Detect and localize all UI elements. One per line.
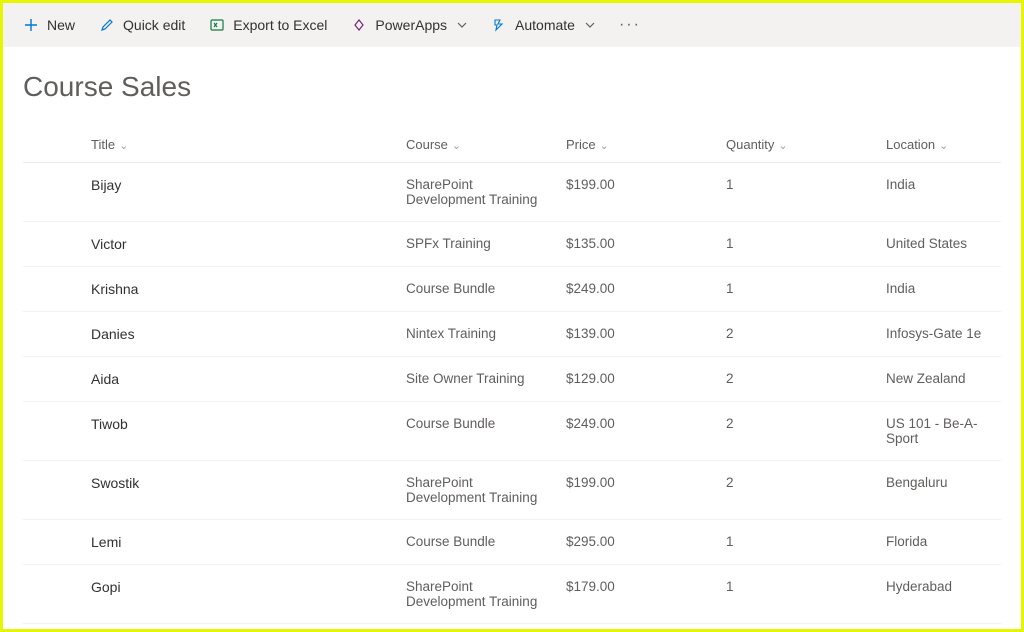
- cell-quantity: 1: [718, 267, 878, 312]
- cell-title: Danies: [83, 312, 398, 357]
- powerapps-label: PowerApps: [375, 17, 447, 33]
- automate-label: Automate: [515, 17, 575, 33]
- table-row[interactable]: SwostikSharePoint Development Training$1…: [23, 461, 1001, 520]
- command-bar: New Quick edit Export to Excel PowerApps…: [3, 3, 1021, 47]
- cell-price: $129.00: [558, 357, 718, 402]
- row-selector[interactable]: [23, 222, 83, 267]
- cell-price: $179.00: [558, 565, 718, 624]
- cell-location: Infosys-Gate 1e: [878, 312, 1001, 357]
- row-selector[interactable]: [23, 312, 83, 357]
- cell-price: $295.00: [558, 520, 718, 565]
- cell-course: Site Owner Training: [398, 357, 558, 402]
- cell-title: Lemi: [83, 520, 398, 565]
- row-selector[interactable]: [23, 402, 83, 461]
- cell-course: SharePoint Development Training: [398, 461, 558, 520]
- excel-icon: [209, 17, 225, 33]
- cell-quantity: 2: [718, 461, 878, 520]
- cell-course: Nintex Training: [398, 312, 558, 357]
- cell-course: SharePoint Development Training: [398, 163, 558, 222]
- cell-quantity: 1: [718, 222, 878, 267]
- cell-location: Florida: [878, 520, 1001, 565]
- cell-price: $199.00: [558, 163, 718, 222]
- cell-title: Krishna: [83, 267, 398, 312]
- cell-title: Victor: [83, 222, 398, 267]
- more-actions-button[interactable]: ···: [609, 10, 651, 40]
- cell-location: Bengaluru: [878, 461, 1001, 520]
- chevron-down-icon: ⌄: [600, 140, 609, 152]
- cell-price: $199.00: [558, 461, 718, 520]
- cell-quantity: 1: [718, 565, 878, 624]
- cell-location: US 101 - Be-A-Sport: [878, 402, 1001, 461]
- plus-icon: [23, 17, 39, 33]
- cell-title: Swostik: [83, 461, 398, 520]
- pencil-icon: [99, 17, 115, 33]
- row-selector[interactable]: [23, 520, 83, 565]
- data-table: Title⌄ Course⌄ Price⌄ Quantity⌄ Location…: [23, 127, 1001, 624]
- cell-course: SharePoint Development Training: [398, 565, 558, 624]
- table-row[interactable]: LemiCourse Bundle$295.001Florida: [23, 520, 1001, 565]
- cell-quantity: 2: [718, 357, 878, 402]
- export-excel-button[interactable]: Export to Excel: [199, 11, 337, 39]
- column-header-course[interactable]: Course⌄: [398, 127, 558, 163]
- chevron-down-icon: ⌄: [119, 140, 128, 152]
- cell-location: India: [878, 163, 1001, 222]
- cell-quantity: 2: [718, 312, 878, 357]
- chevron-down-icon: [457, 20, 467, 30]
- cell-location: India: [878, 267, 1001, 312]
- cell-title: Gopi: [83, 565, 398, 624]
- cell-title: Bijay: [83, 163, 398, 222]
- row-selector[interactable]: [23, 267, 83, 312]
- quick-edit-button[interactable]: Quick edit: [89, 11, 195, 39]
- powerapps-icon: [351, 17, 367, 33]
- new-button[interactable]: New: [13, 11, 85, 39]
- cell-title: Tiwob: [83, 402, 398, 461]
- table-row[interactable]: GopiSharePoint Development Training$179.…: [23, 565, 1001, 624]
- header-row: Title⌄ Course⌄ Price⌄ Quantity⌄ Location…: [23, 127, 1001, 163]
- table-row[interactable]: KrishnaCourse Bundle$249.001India: [23, 267, 1001, 312]
- automate-button[interactable]: Automate: [481, 11, 605, 39]
- table-row[interactable]: AidaSite Owner Training$129.002New Zeala…: [23, 357, 1001, 402]
- export-label: Export to Excel: [233, 17, 327, 33]
- cell-price: $249.00: [558, 402, 718, 461]
- table-row[interactable]: BijaySharePoint Development Training$199…: [23, 163, 1001, 222]
- cell-price: $249.00: [558, 267, 718, 312]
- cell-course: Course Bundle: [398, 267, 558, 312]
- table-row[interactable]: DaniesNintex Training$139.002Infosys-Gat…: [23, 312, 1001, 357]
- cell-location: Hyderabad: [878, 565, 1001, 624]
- page-title: Course Sales: [3, 47, 1021, 127]
- column-header-location[interactable]: Location⌄: [878, 127, 1001, 163]
- column-header-quantity[interactable]: Quantity⌄: [718, 127, 878, 163]
- select-all-column[interactable]: [23, 127, 83, 163]
- table-row[interactable]: VictorSPFx Training$135.001United States: [23, 222, 1001, 267]
- row-selector[interactable]: [23, 461, 83, 520]
- chevron-down-icon: ⌄: [778, 140, 787, 152]
- row-selector[interactable]: [23, 163, 83, 222]
- cell-quantity: 1: [718, 163, 878, 222]
- powerapps-button[interactable]: PowerApps: [341, 11, 477, 39]
- cell-title: Aida: [83, 357, 398, 402]
- column-header-title[interactable]: Title⌄: [83, 127, 398, 163]
- row-selector[interactable]: [23, 357, 83, 402]
- new-label: New: [47, 17, 75, 33]
- chevron-down-icon: ⌄: [452, 140, 461, 152]
- cell-location: United States: [878, 222, 1001, 267]
- cell-quantity: 1: [718, 520, 878, 565]
- cell-quantity: 2: [718, 402, 878, 461]
- table-row[interactable]: TiwobCourse Bundle$249.002US 101 - Be-A-…: [23, 402, 1001, 461]
- cell-location: New Zealand: [878, 357, 1001, 402]
- cell-course: Course Bundle: [398, 520, 558, 565]
- chevron-down-icon: [585, 20, 595, 30]
- list-view: Title⌄ Course⌄ Price⌄ Quantity⌄ Location…: [3, 127, 1021, 624]
- row-selector[interactable]: [23, 565, 83, 624]
- quick-edit-label: Quick edit: [123, 17, 185, 33]
- cell-price: $139.00: [558, 312, 718, 357]
- chevron-down-icon: ⌄: [939, 140, 948, 152]
- flow-icon: [491, 17, 507, 33]
- column-header-price[interactable]: Price⌄: [558, 127, 718, 163]
- cell-course: Course Bundle: [398, 402, 558, 461]
- cell-course: SPFx Training: [398, 222, 558, 267]
- table-body: BijaySharePoint Development Training$199…: [23, 163, 1001, 624]
- cell-price: $135.00: [558, 222, 718, 267]
